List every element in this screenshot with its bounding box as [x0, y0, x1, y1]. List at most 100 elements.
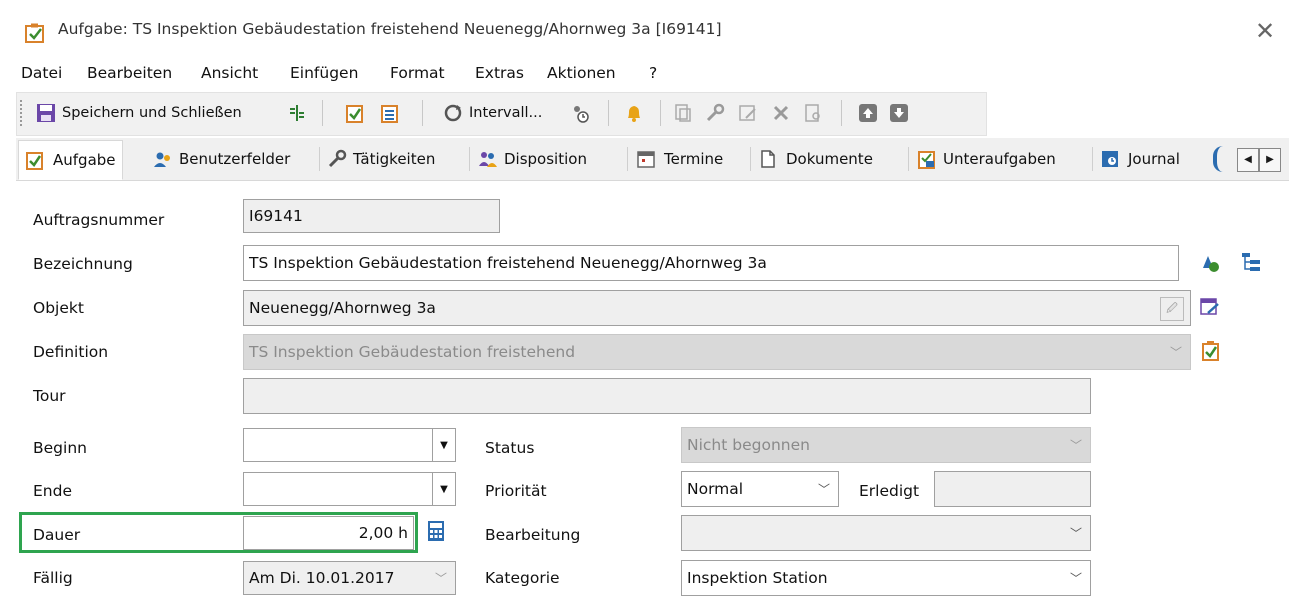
- beginn-dropdown-button[interactable]: ▼: [432, 429, 455, 461]
- objekt-value: Neuenegg/Ahornweg 3a: [249, 299, 436, 317]
- tour-field[interactable]: [243, 378, 1091, 414]
- toolbar-separator: [422, 100, 423, 126]
- calculator-icon[interactable]: [427, 520, 445, 542]
- window-title: Aufgabe: TS Inspektion Gebäudestation fr…: [58, 20, 722, 38]
- menu-ansicht[interactable]: Ansicht: [201, 64, 258, 82]
- edit-form-icon[interactable]: [1199, 296, 1221, 318]
- split-button[interactable]: [287, 101, 307, 125]
- journal-icon: [1102, 151, 1118, 167]
- auftragsnummer-label: Auftragsnummer: [33, 211, 165, 229]
- assign-clock-icon: [574, 106, 589, 123]
- document-search-icon: [805, 104, 820, 122]
- tab-label: Tätigkeiten: [353, 150, 436, 168]
- tab-dokumente[interactable]: Dokumente: [758, 140, 873, 178]
- definition-label: Definition: [33, 343, 109, 361]
- delete-button[interactable]: [771, 101, 791, 125]
- erledigt-field[interactable]: [934, 471, 1091, 507]
- task-check-button[interactable]: [345, 101, 365, 125]
- menu-datei[interactable]: Datei: [21, 64, 62, 82]
- save-close-label: Speichern und Schließen: [62, 105, 242, 121]
- delete-icon: [773, 105, 789, 121]
- chevron-down-icon: ﹀: [817, 482, 830, 497]
- kategorie-select[interactable]: Inspektion Station ﹀: [681, 560, 1091, 596]
- menu-help[interactable]: ?: [649, 64, 657, 82]
- shapes-icon[interactable]: [1200, 252, 1222, 274]
- bezeichnung-field[interactable]: TS Inspektion Gebäudestation freistehend…: [243, 245, 1179, 281]
- tab-taetigkeiten[interactable]: Tätigkeiten: [327, 140, 435, 178]
- menu-extras[interactable]: Extras: [475, 64, 524, 82]
- tab-label: Disposition: [504, 150, 587, 168]
- menu-bearbeiten[interactable]: Bearbeiten: [87, 64, 172, 82]
- reminder-button[interactable]: [624, 101, 644, 125]
- users-icon: [154, 152, 170, 167]
- copy-icon: [675, 104, 691, 122]
- interval-label: Intervall...: [469, 105, 543, 121]
- recurrence-icon: [444, 104, 462, 122]
- tab-label: Termine: [664, 150, 724, 168]
- wrench-icon: [706, 103, 725, 122]
- status-field: Nicht begonnen ﹀: [681, 427, 1091, 463]
- document-icon: [761, 150, 775, 168]
- tab-label: Dokumente: [786, 150, 873, 168]
- assign-button[interactable]: [570, 101, 590, 125]
- task-icon: [25, 23, 44, 43]
- toolbar-separator: [660, 100, 661, 126]
- tab-aufgabe[interactable]: Aufgabe: [18, 140, 123, 180]
- ende-dropdown-button[interactable]: ▼: [432, 473, 455, 505]
- bearbeitung-select[interactable]: ﹀: [681, 515, 1091, 551]
- tour-label: Tour: [33, 387, 66, 405]
- task-check-icon[interactable]: [1200, 340, 1222, 362]
- dauer-field[interactable]: 2,00 h: [243, 516, 414, 550]
- objekt-label: Objekt: [33, 299, 84, 317]
- status-label: Status: [485, 439, 535, 457]
- copy-button[interactable]: [673, 101, 693, 125]
- arrow-down-icon: [890, 104, 908, 122]
- tab-benutzerfelder[interactable]: Benutzerfelder: [153, 140, 290, 178]
- tab-disposition[interactable]: Disposition: [478, 140, 587, 178]
- interval-button[interactable]: Intervall...: [443, 101, 542, 125]
- tools-button[interactable]: [705, 101, 725, 125]
- prioritaet-select[interactable]: Normal ﹀: [681, 471, 839, 507]
- tab-separator: [319, 147, 320, 171]
- faellig-value: Am Di. 10.01.2017: [249, 569, 395, 587]
- chevron-down-icon: ﹀: [1169, 345, 1182, 360]
- faellig-field[interactable]: Am Di. 10.01.2017 ﹀: [243, 561, 456, 595]
- definition-value: TS Inspektion Gebäudestation freistehend: [249, 343, 576, 361]
- tab-termine[interactable]: Termine: [636, 140, 723, 178]
- status-value: Nicht begonnen: [687, 436, 810, 454]
- task-list-button[interactable]: [380, 101, 400, 125]
- tab-scroll-left-button[interactable]: ◀: [1237, 148, 1259, 172]
- close-button[interactable]: ✕: [1248, 14, 1282, 48]
- ende-field[interactable]: ▼: [243, 472, 456, 506]
- menu-aktionen[interactable]: Aktionen: [547, 64, 616, 82]
- edit-form-button[interactable]: [738, 101, 758, 125]
- save-close-button[interactable]: Speichern und Schließen: [36, 101, 242, 125]
- toolbar-separator: [841, 100, 842, 126]
- tab-unteraufgaben[interactable]: Unteraufgaben: [917, 140, 1056, 178]
- tab-separator: [908, 147, 909, 171]
- previous-button[interactable]: [858, 101, 878, 125]
- menu-format[interactable]: Format: [390, 64, 445, 82]
- document-search-button[interactable]: [803, 101, 823, 125]
- menu-einfuegen[interactable]: Einfügen: [290, 64, 358, 82]
- next-button[interactable]: [889, 101, 909, 125]
- toolbar-separator: [608, 100, 609, 126]
- tab-label: Aufgabe: [53, 151, 116, 169]
- pick-object-button[interactable]: 🖉: [1160, 297, 1184, 321]
- tab-label: Unteraufgaben: [943, 150, 1056, 168]
- chevron-down-icon: ﹀: [1069, 438, 1082, 453]
- tab-journal[interactable]: Journal: [1100, 140, 1180, 178]
- auftragsnummer-field[interactable]: I69141: [243, 199, 500, 233]
- tree-structure-icon[interactable]: [1240, 251, 1262, 273]
- erledigt-label: Erledigt: [859, 482, 920, 500]
- beginn-label: Beginn: [33, 439, 87, 457]
- tab-separator: [469, 147, 470, 171]
- kategorie-label: Kategorie: [485, 569, 560, 587]
- beginn-field[interactable]: ▼: [243, 428, 456, 462]
- split-icon: [290, 105, 304, 121]
- objekt-field[interactable]: Neuenegg/Ahornweg 3a 🖉: [243, 290, 1191, 326]
- toolbar-separator: [322, 100, 323, 126]
- ende-label: Ende: [33, 482, 72, 500]
- toolbar-grip[interactable]: [20, 100, 25, 126]
- tab-scroll-right-button[interactable]: ▶: [1259, 148, 1281, 172]
